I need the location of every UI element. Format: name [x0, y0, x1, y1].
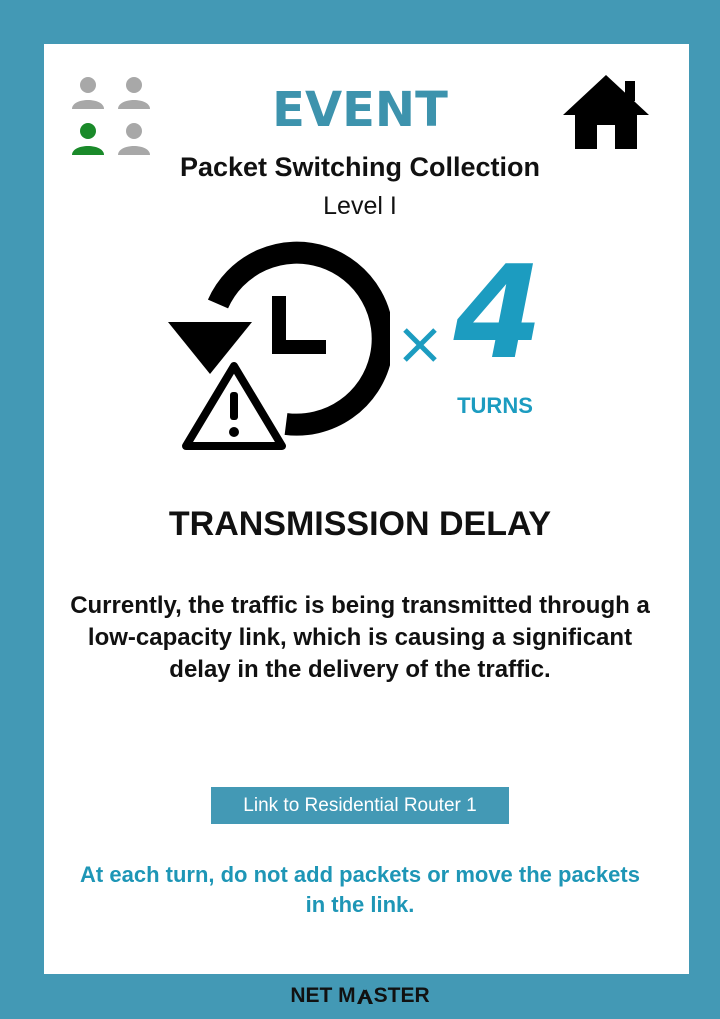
turns-label: TURNS: [457, 393, 533, 418]
multiply-icon: [403, 328, 437, 362]
level-label: Level I: [323, 192, 397, 220]
turn-instruction: At each turn, do not add packets or move…: [80, 862, 640, 917]
turn-count: 4: [453, 239, 543, 388]
card-title: EVENT: [272, 82, 448, 138]
event-name: TRANSMISSION DELAY: [168, 505, 552, 543]
logo-text-right: STER: [373, 984, 430, 1007]
net-master-logo: NET M STER: [0, 979, 720, 1013]
history-clock-warning-icon: [168, 241, 390, 450]
link-button[interactable]: Link to Residential Router 1: [211, 787, 509, 824]
logo-text-left: NET M: [290, 984, 356, 1007]
collection-name: Packet Switching Collection: [179, 152, 541, 182]
antenna-a-icon: [356, 986, 373, 1004]
event-description: Currently, the traffic is being transmit…: [70, 592, 650, 683]
